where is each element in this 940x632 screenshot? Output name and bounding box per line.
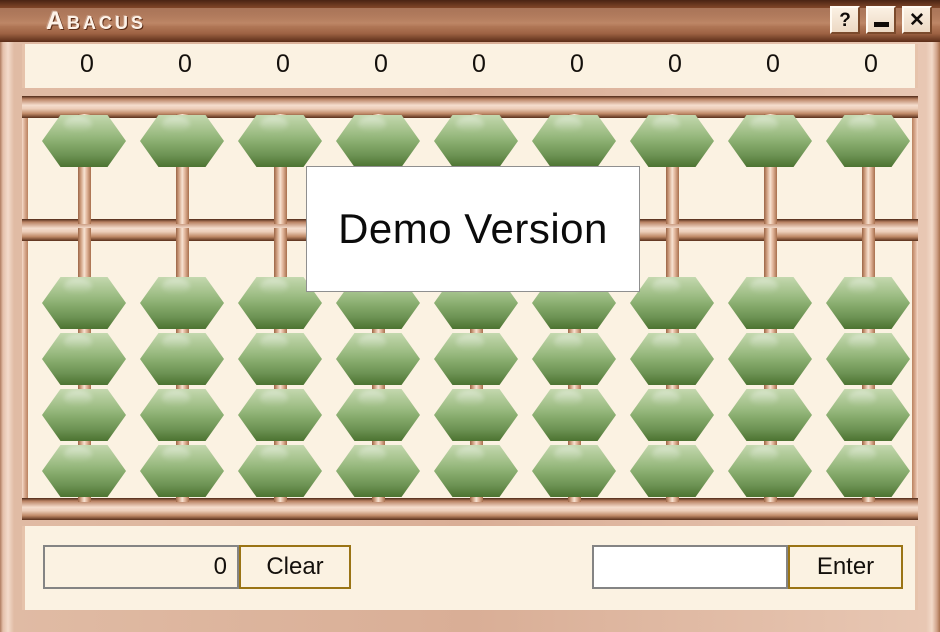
column-digit: 0 xyxy=(80,50,94,78)
demo-version-overlay: Demo Version xyxy=(306,166,640,292)
abacus-application-window: Abacus ? ✕ 0 0 0 0 0 0 0 0 0 Demo Version 0 Clea… xyxy=(0,0,940,632)
column-digit: 0 xyxy=(570,50,584,78)
column-digit: 0 xyxy=(864,50,878,78)
column-digit: 0 xyxy=(472,50,486,78)
heaven-bead[interactable] xyxy=(238,114,322,168)
board-right-edge xyxy=(912,96,918,520)
earth-bead[interactable] xyxy=(238,444,322,498)
window-title: Abacus xyxy=(46,7,147,35)
earth-bead[interactable] xyxy=(42,332,126,386)
title-bar: Abacus ? ✕ xyxy=(0,0,940,42)
earth-bead[interactable] xyxy=(336,332,420,386)
heaven-bead[interactable] xyxy=(826,114,910,168)
question-mark-icon: ? xyxy=(839,9,851,31)
earth-bead[interactable] xyxy=(336,444,420,498)
earth-bead[interactable] xyxy=(140,332,224,386)
close-button[interactable]: ✕ xyxy=(902,6,932,34)
earth-bead[interactable] xyxy=(532,332,616,386)
close-x-icon: ✕ xyxy=(909,9,925,31)
earth-bead[interactable] xyxy=(532,444,616,498)
earth-bead[interactable] xyxy=(42,388,126,442)
column-digit: 0 xyxy=(766,50,780,78)
control-bar: 0 Clear Enter xyxy=(22,526,918,610)
number-input-field[interactable] xyxy=(592,545,788,589)
heaven-bead[interactable] xyxy=(336,114,420,168)
earth-bead[interactable] xyxy=(42,276,126,330)
column-digit: 0 xyxy=(276,50,290,78)
earth-bead[interactable] xyxy=(238,388,322,442)
minimize-icon xyxy=(873,22,889,27)
earth-bead[interactable] xyxy=(434,444,518,498)
earth-bead[interactable] xyxy=(728,444,812,498)
heaven-bead[interactable] xyxy=(140,114,224,168)
column-digit: 0 xyxy=(668,50,682,78)
earth-bead[interactable] xyxy=(238,332,322,386)
clear-button[interactable]: Clear xyxy=(239,545,351,589)
earth-bead[interactable] xyxy=(532,388,616,442)
earth-bead[interactable] xyxy=(728,332,812,386)
window-controls: ? ✕ xyxy=(830,6,932,34)
value-display-field: 0 xyxy=(43,545,239,589)
digit-readout-strip: 0 0 0 0 0 0 0 0 0 xyxy=(22,44,918,88)
earth-bead[interactable] xyxy=(630,444,714,498)
heaven-bead[interactable] xyxy=(532,114,616,168)
earth-bead[interactable] xyxy=(140,444,224,498)
earth-bead[interactable] xyxy=(728,276,812,330)
earth-bead[interactable] xyxy=(630,388,714,442)
earth-bead[interactable] xyxy=(826,332,910,386)
earth-bead[interactable] xyxy=(630,276,714,330)
heaven-bead[interactable] xyxy=(728,114,812,168)
earth-bead[interactable] xyxy=(434,332,518,386)
abacus-board[interactable] xyxy=(22,96,918,520)
minimize-button[interactable] xyxy=(866,6,896,34)
earth-bead[interactable] xyxy=(434,388,518,442)
enter-button[interactable]: Enter xyxy=(788,545,903,589)
earth-bead[interactable] xyxy=(826,444,910,498)
earth-bead[interactable] xyxy=(42,444,126,498)
help-button[interactable]: ? xyxy=(830,6,860,34)
demo-version-label: Demo Version xyxy=(338,205,608,252)
column-digit: 0 xyxy=(374,50,388,78)
heaven-bead[interactable] xyxy=(630,114,714,168)
earth-bead[interactable] xyxy=(336,388,420,442)
earth-bead[interactable] xyxy=(728,388,812,442)
earth-bead[interactable] xyxy=(630,332,714,386)
heaven-bead[interactable] xyxy=(434,114,518,168)
earth-bead[interactable] xyxy=(826,388,910,442)
board-left-edge xyxy=(22,96,28,520)
heaven-bead[interactable] xyxy=(42,114,126,168)
earth-bead[interactable] xyxy=(140,276,224,330)
earth-bead[interactable] xyxy=(826,276,910,330)
column-digit: 0 xyxy=(178,50,192,78)
earth-bead[interactable] xyxy=(140,388,224,442)
